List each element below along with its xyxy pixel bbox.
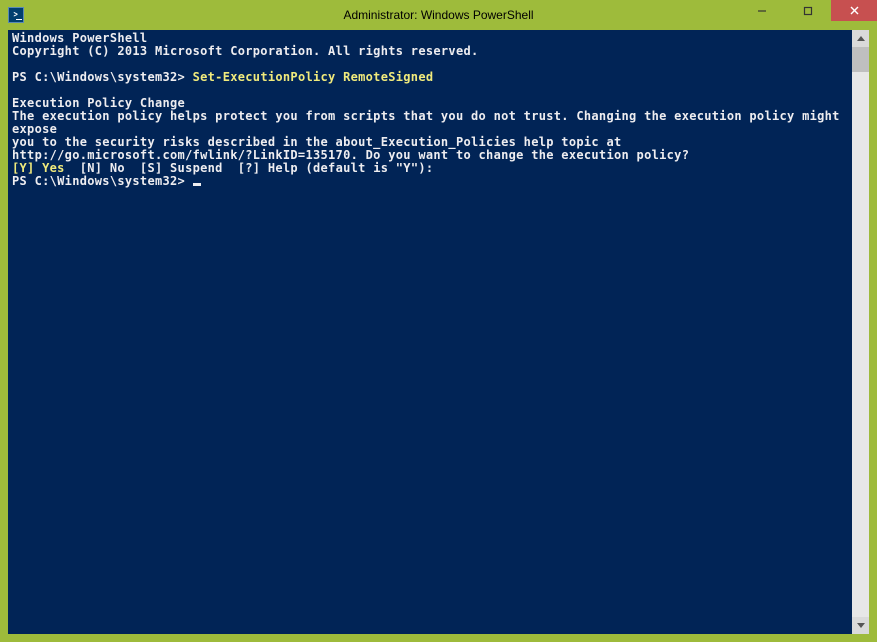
- ps-prompt: PS C:\Windows\system32>: [12, 70, 193, 84]
- scroll-track[interactable]: [852, 47, 869, 617]
- ps-header-line1: Windows PowerShell: [12, 31, 147, 45]
- vertical-scrollbar[interactable]: [852, 30, 869, 634]
- terminal[interactable]: Windows PowerShell Copyright (C) 2013 Mi…: [8, 30, 852, 634]
- powershell-window: Administrator: Windows PowerShell Window…: [0, 0, 877, 642]
- scroll-down-button[interactable]: [852, 617, 869, 634]
- terminal-container: Windows PowerShell Copyright (C) 2013 Mi…: [8, 30, 869, 634]
- minimize-button[interactable]: [739, 0, 785, 21]
- ps-prompt-2: PS C:\Windows\system32>: [12, 174, 193, 188]
- close-button[interactable]: [831, 0, 877, 21]
- choices-rest: [N] No [S] Suspend [?] Help (default is …: [65, 161, 434, 175]
- scroll-thumb[interactable]: [852, 47, 869, 72]
- maximize-button[interactable]: [785, 0, 831, 21]
- cursor: [193, 183, 201, 186]
- window-controls: [739, 0, 877, 21]
- ps-command: Set-ExecutionPolicy RemoteSigned: [193, 70, 434, 84]
- powershell-icon: [8, 7, 24, 23]
- warning-title: Execution Policy Change: [12, 96, 185, 110]
- choice-yes: [Y] Yes: [12, 161, 65, 175]
- ps-header-line2: Copyright (C) 2013 Microsoft Corporation…: [12, 44, 479, 58]
- window-title: Administrator: Windows PowerShell: [343, 8, 533, 22]
- scroll-up-button[interactable]: [852, 30, 869, 47]
- warning-body: The execution policy helps protect you f…: [12, 109, 847, 162]
- titlebar[interactable]: Administrator: Windows PowerShell: [0, 0, 877, 30]
